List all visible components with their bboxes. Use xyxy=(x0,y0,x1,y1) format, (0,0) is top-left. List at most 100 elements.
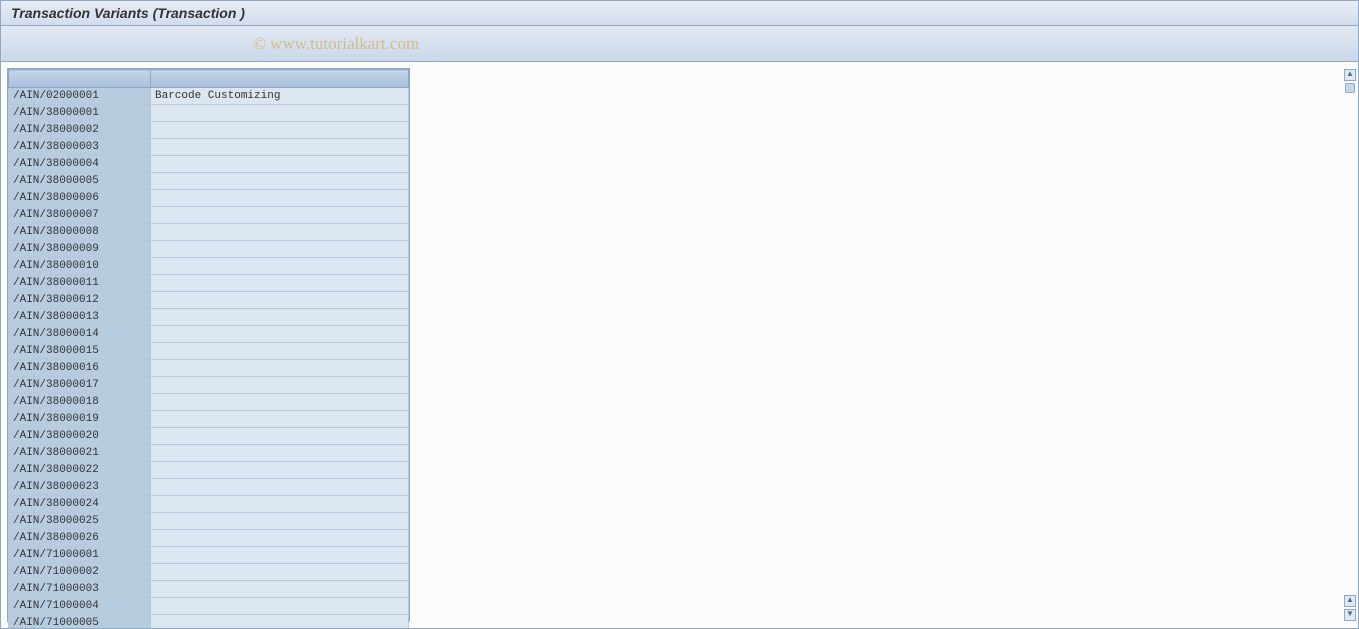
table-row[interactable]: /AIN/38000014 xyxy=(9,326,409,343)
table-row[interactable]: /AIN/71000005 xyxy=(9,615,409,629)
cell-transaction-code[interactable]: /AIN/71000002 xyxy=(9,564,151,581)
transaction-variants-table[interactable]: /AIN/02000001Barcode Customizing/AIN/380… xyxy=(8,69,409,628)
cell-transaction-code[interactable]: /AIN/38000001 xyxy=(9,105,151,122)
cell-transaction-code[interactable]: /AIN/71000005 xyxy=(9,615,151,629)
cell-description[interactable] xyxy=(151,105,409,122)
cell-transaction-code[interactable]: /AIN/38000002 xyxy=(9,122,151,139)
table-row[interactable]: /AIN/38000018 xyxy=(9,394,409,411)
cell-description[interactable] xyxy=(151,309,409,326)
cell-transaction-code[interactable]: /AIN/38000013 xyxy=(9,309,151,326)
table-row[interactable]: /AIN/71000001 xyxy=(9,547,409,564)
table-row[interactable]: /AIN/38000017 xyxy=(9,377,409,394)
cell-description[interactable] xyxy=(151,479,409,496)
table-row[interactable]: /AIN/38000020 xyxy=(9,428,409,445)
table-row[interactable]: /AIN/38000006 xyxy=(9,190,409,207)
table-row[interactable]: /AIN/38000001 xyxy=(9,105,409,122)
cell-transaction-code[interactable]: /AIN/38000016 xyxy=(9,360,151,377)
cell-transaction-code[interactable]: /AIN/71000004 xyxy=(9,598,151,615)
table-row[interactable]: /AIN/38000024 xyxy=(9,496,409,513)
cell-description[interactable] xyxy=(151,241,409,258)
cell-transaction-code[interactable]: /AIN/38000019 xyxy=(9,411,151,428)
cell-description[interactable] xyxy=(151,224,409,241)
scroll-up-bottom-button[interactable]: ▲ xyxy=(1344,595,1356,607)
cell-description[interactable] xyxy=(151,530,409,547)
cell-transaction-code[interactable]: /AIN/38000018 xyxy=(9,394,151,411)
cell-description[interactable] xyxy=(151,190,409,207)
cell-transaction-code[interactable]: /AIN/71000001 xyxy=(9,547,151,564)
cell-transaction-code[interactable]: /AIN/38000022 xyxy=(9,462,151,479)
cell-transaction-code[interactable]: /AIN/38000017 xyxy=(9,377,151,394)
cell-description[interactable] xyxy=(151,207,409,224)
table-row[interactable]: /AIN/71000003 xyxy=(9,581,409,598)
cell-description[interactable] xyxy=(151,581,409,598)
cell-description[interactable] xyxy=(151,122,409,139)
cell-description[interactable] xyxy=(151,615,409,629)
cell-transaction-code[interactable]: /AIN/38000021 xyxy=(9,445,151,462)
cell-transaction-code[interactable]: /AIN/38000026 xyxy=(9,530,151,547)
table-row[interactable]: /AIN/38000010 xyxy=(9,258,409,275)
cell-description[interactable] xyxy=(151,343,409,360)
cell-description[interactable] xyxy=(151,496,409,513)
table-row[interactable]: /AIN/38000025 xyxy=(9,513,409,530)
cell-description[interactable] xyxy=(151,513,409,530)
table-row[interactable]: /AIN/38000002 xyxy=(9,122,409,139)
table-row[interactable]: /AIN/38000016 xyxy=(9,360,409,377)
cell-description[interactable] xyxy=(151,173,409,190)
table-row[interactable]: /AIN/38000026 xyxy=(9,530,409,547)
cell-transaction-code[interactable]: /AIN/38000006 xyxy=(9,190,151,207)
table-row[interactable]: /AIN/71000004 xyxy=(9,598,409,615)
table-row[interactable]: /AIN/38000008 xyxy=(9,224,409,241)
cell-transaction-code[interactable]: /AIN/38000003 xyxy=(9,139,151,156)
cell-transaction-code[interactable]: /AIN/38000014 xyxy=(9,326,151,343)
column-header-desc[interactable] xyxy=(151,70,409,88)
cell-description[interactable] xyxy=(151,411,409,428)
cell-transaction-code[interactable]: /AIN/71000003 xyxy=(9,581,151,598)
cell-transaction-code[interactable]: /AIN/38000009 xyxy=(9,241,151,258)
scroll-down-button[interactable]: ▼ xyxy=(1344,609,1356,621)
table-row[interactable]: /AIN/38000023 xyxy=(9,479,409,496)
cell-transaction-code[interactable]: /AIN/38000010 xyxy=(9,258,151,275)
table-row[interactable]: /AIN/38000005 xyxy=(9,173,409,190)
table-row[interactable]: /AIN/38000011 xyxy=(9,275,409,292)
cell-transaction-code[interactable]: /AIN/38000011 xyxy=(9,275,151,292)
cell-description[interactable] xyxy=(151,360,409,377)
cell-description[interactable] xyxy=(151,156,409,173)
table-row[interactable]: /AIN/71000002 xyxy=(9,564,409,581)
cell-transaction-code[interactable]: /AIN/38000015 xyxy=(9,343,151,360)
table-row[interactable]: /AIN/38000013 xyxy=(9,309,409,326)
cell-description[interactable] xyxy=(151,139,409,156)
cell-transaction-code[interactable]: /AIN/38000005 xyxy=(9,173,151,190)
cell-transaction-code[interactable]: /AIN/38000007 xyxy=(9,207,151,224)
table-row[interactable]: /AIN/38000022 xyxy=(9,462,409,479)
table-row[interactable]: /AIN/38000019 xyxy=(9,411,409,428)
cell-transaction-code[interactable]: /AIN/38000024 xyxy=(9,496,151,513)
table-row[interactable]: /AIN/38000012 xyxy=(9,292,409,309)
cell-description[interactable] xyxy=(151,377,409,394)
cell-transaction-code[interactable]: /AIN/38000012 xyxy=(9,292,151,309)
cell-description[interactable] xyxy=(151,275,409,292)
table-row[interactable]: /AIN/38000004 xyxy=(9,156,409,173)
cell-transaction-code[interactable]: /AIN/38000023 xyxy=(9,479,151,496)
table-row[interactable]: /AIN/38000009 xyxy=(9,241,409,258)
cell-description[interactable] xyxy=(151,258,409,275)
cell-transaction-code[interactable]: /AIN/38000020 xyxy=(9,428,151,445)
table-row[interactable]: /AIN/38000007 xyxy=(9,207,409,224)
cell-description[interactable] xyxy=(151,292,409,309)
cell-transaction-code[interactable]: /AIN/38000004 xyxy=(9,156,151,173)
scroll-thumb[interactable] xyxy=(1345,83,1355,93)
cell-description[interactable] xyxy=(151,326,409,343)
cell-description[interactable] xyxy=(151,394,409,411)
cell-description[interactable] xyxy=(151,428,409,445)
cell-description[interactable] xyxy=(151,564,409,581)
cell-transaction-code[interactable]: /AIN/02000001 xyxy=(9,88,151,105)
vertical-scrollbar[interactable]: ▲ ▲ ▼ xyxy=(1342,68,1358,622)
scroll-up-button[interactable]: ▲ xyxy=(1344,69,1356,81)
cell-description[interactable] xyxy=(151,547,409,564)
cell-description[interactable] xyxy=(151,462,409,479)
column-header-code[interactable] xyxy=(9,70,151,88)
table-row[interactable]: /AIN/38000021 xyxy=(9,445,409,462)
cell-transaction-code[interactable]: /AIN/38000008 xyxy=(9,224,151,241)
cell-description[interactable] xyxy=(151,598,409,615)
cell-description[interactable]: Barcode Customizing xyxy=(151,88,409,105)
cell-transaction-code[interactable]: /AIN/38000025 xyxy=(9,513,151,530)
